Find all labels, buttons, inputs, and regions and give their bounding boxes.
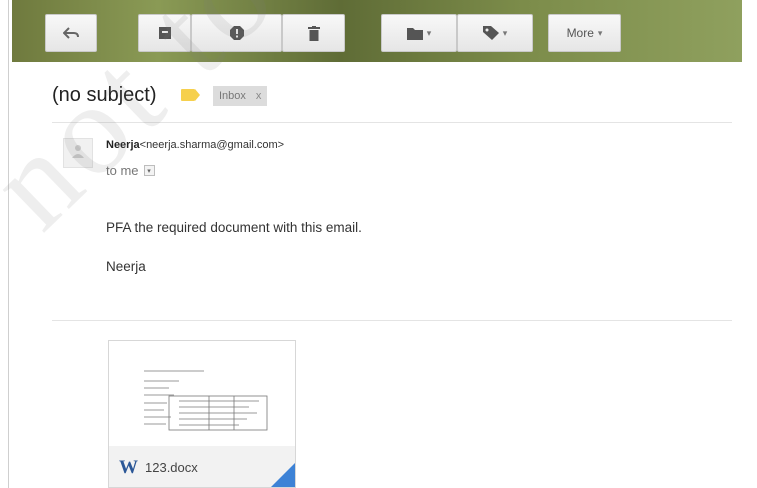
more-button-label: More [566,26,594,40]
recipient-text: to me [106,163,139,178]
delete-button[interactable] [282,14,345,52]
more-button[interactable]: More ▾ [548,14,621,52]
sender-email: <neerja.sharma@gmail.com> [139,139,285,151]
attachment-card[interactable]: W 123.docx [108,340,296,488]
report-spam-icon [229,26,244,40]
label-importance-icon[interactable] [181,89,200,101]
chevron-down-icon: ▾ [426,27,432,38]
folder-icon [406,27,423,40]
archive-icon [158,26,172,40]
archive-button[interactable] [138,14,191,52]
toolbar: ▾ ▾ More ▾ [12,0,742,62]
recipient-line: to me ▾ [106,163,155,178]
sender-name[interactable]: Neerja [106,139,140,151]
message-signature: Neerja [106,259,146,274]
person-icon [72,144,84,163]
label-tag-icon [482,26,499,40]
chevron-down-icon: ▾ [502,27,508,38]
move-to-button[interactable]: ▾ [381,14,457,52]
report-spam-button[interactable] [191,14,282,52]
sender-line: Neerja<neerja.sharma@gmail.com> [106,139,284,151]
chevron-down-icon: ▾ [597,27,603,38]
attachment-file-name[interactable]: 123.docx [145,460,198,475]
attachment-footer: W 123.docx [109,446,295,487]
word-document-icon: W [119,456,138,478]
labels-button[interactable]: ▾ [457,14,533,52]
avatar[interactable] [63,138,93,168]
reply-icon [63,27,79,39]
inbox-label-chip[interactable]: Inbox x [213,86,268,106]
divider [52,320,732,321]
message-subject: (no subject) [52,84,157,106]
attachment-thumbnail [109,341,295,446]
reply-button[interactable] [45,14,97,52]
trash-icon [307,25,320,41]
message-body-line: PFA the required document with this emai… [106,220,362,235]
inbox-label-text: Inbox [219,90,246,102]
show-details-dropdown[interactable]: ▾ [143,165,155,176]
remove-label-icon[interactable]: x [256,90,262,102]
divider [52,122,732,123]
page-fold-icon [271,463,295,487]
